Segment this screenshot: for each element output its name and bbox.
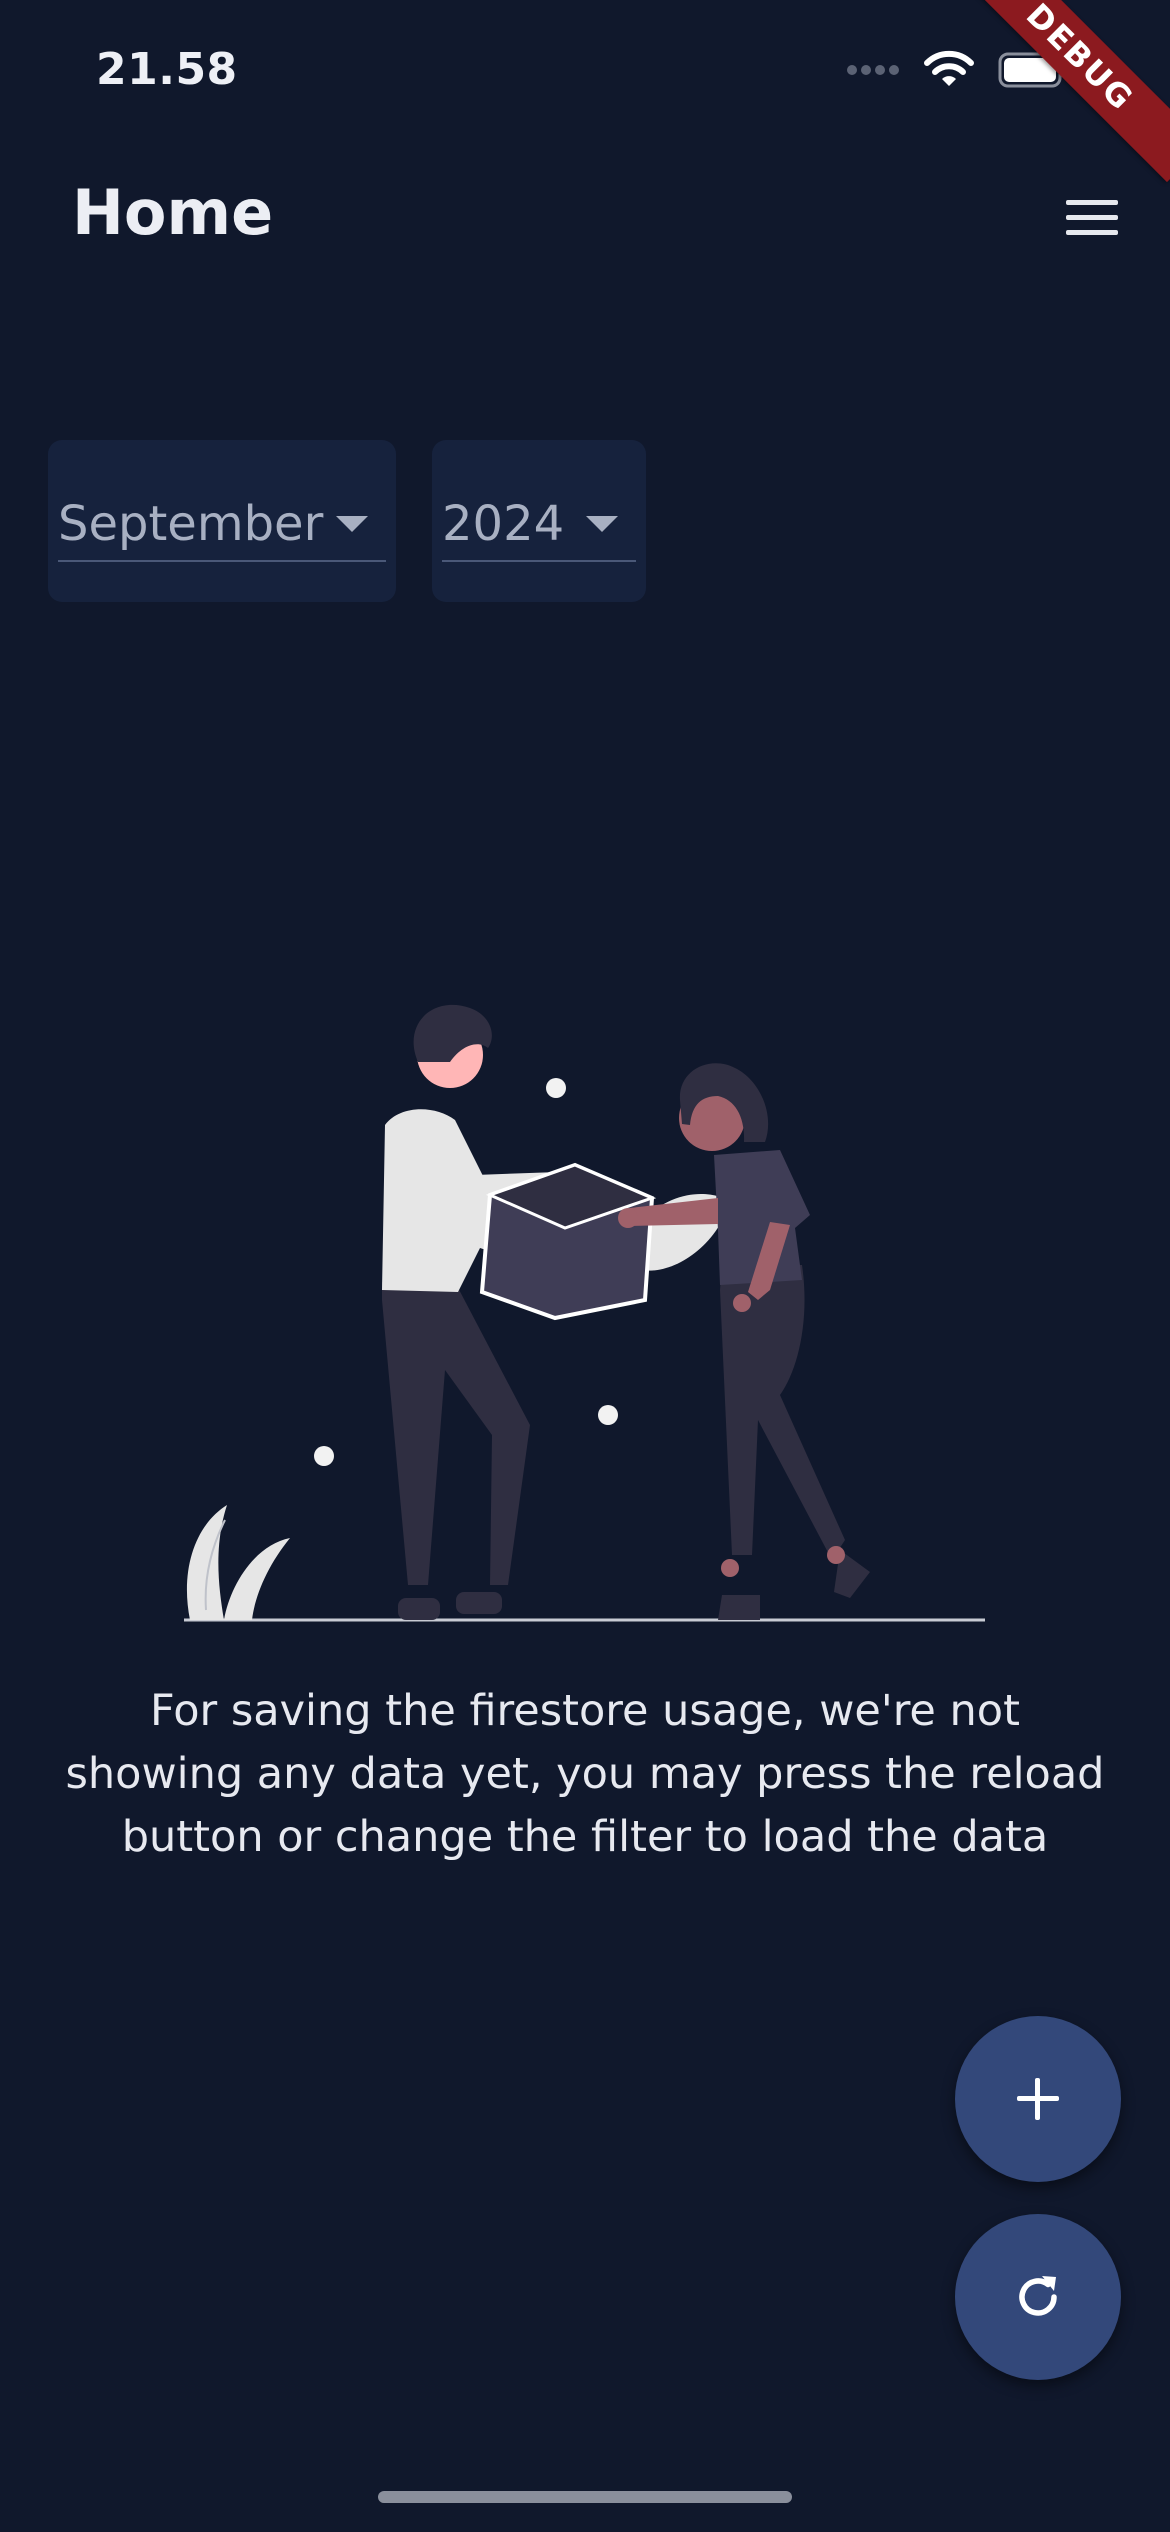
plus-icon	[1017, 2078, 1059, 2120]
month-dropdown-value: September	[58, 496, 324, 552]
refresh-icon	[1019, 2276, 1057, 2316]
debug-banner: DEBUG	[954, 0, 1170, 183]
year-dropdown[interactable]: 2024	[432, 440, 646, 602]
year-dropdown-field: 2024	[442, 488, 636, 562]
page-title: Home	[72, 176, 274, 249]
menu-button[interactable]	[1052, 178, 1132, 258]
two-people-exchanging-box-illustration	[184, 1004, 985, 1622]
empty-state-message: For saving the firestore usage, we're no…	[65, 1686, 1105, 1862]
status-icons	[846, 50, 1070, 90]
chevron-down-icon	[586, 516, 618, 532]
year-dropdown-value: 2024	[442, 496, 565, 552]
status-time: 21.58	[96, 44, 238, 95]
reload-button[interactable]	[955, 2214, 1121, 2380]
chevron-down-icon	[336, 516, 368, 532]
wifi-icon	[924, 50, 974, 86]
month-dropdown[interactable]: September	[48, 440, 396, 602]
month-dropdown-field: September	[58, 488, 386, 562]
add-button[interactable]	[955, 2016, 1121, 2182]
hamburger-menu-icon	[1066, 200, 1118, 235]
signal-dots-icon	[847, 65, 899, 75]
home-indicator[interactable]	[378, 2491, 792, 2503]
